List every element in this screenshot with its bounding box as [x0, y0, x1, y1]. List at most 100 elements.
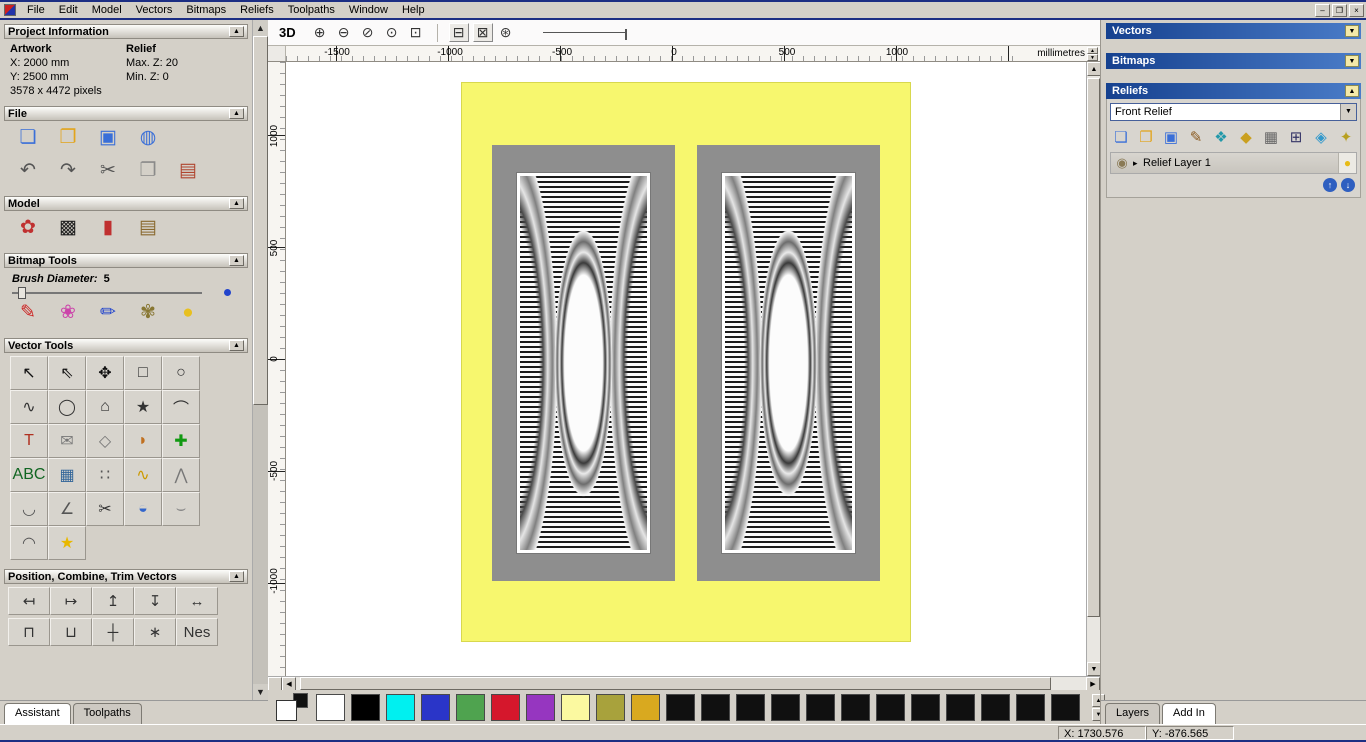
restore-button[interactable]: ❐: [1332, 4, 1347, 17]
primary-secondary-colour-indicator[interactable]: [276, 693, 310, 721]
layer-visibility-bulb-icon[interactable]: ●: [1338, 153, 1356, 173]
new-model-icon[interactable]: ❏: [16, 126, 40, 149]
toolbar-slider[interactable]: [543, 26, 627, 40]
align-top-icon[interactable]: ↥: [92, 587, 134, 615]
flood-fill-icon[interactable]: ●: [176, 302, 200, 324]
scroll-down-icon[interactable]: ▼: [1087, 662, 1101, 676]
bell-curve-icon[interactable]: ◠: [10, 526, 48, 560]
layer-move-down-button[interactable]: ↓: [1341, 178, 1355, 192]
select-vectors-icon[interactable]: ↖: [10, 356, 48, 390]
bitmap-to-vector-icon[interactable]: ▦: [48, 458, 86, 492]
polyline-fit-icon[interactable]: ⋀: [162, 458, 200, 492]
brush-diameter-slider[interactable]: [12, 292, 202, 294]
pan-view-icon[interactable]: ⊛: [496, 23, 516, 42]
transform-vectors-icon[interactable]: ✥: [86, 356, 124, 390]
palette-swatch-purple[interactable]: [526, 694, 555, 721]
minimize-button[interactable]: –: [1315, 4, 1330, 17]
copy-icon[interactable]: ❐: [136, 159, 160, 182]
collapse-section-button[interactable]: ▲: [229, 255, 244, 266]
palette-swatch-black[interactable]: [736, 694, 765, 721]
wrap-text-icon[interactable]: ✉: [48, 424, 86, 458]
subtract-vectors-icon[interactable]: ⊔: [50, 618, 92, 646]
tab-add-in[interactable]: Add In: [1162, 703, 1216, 724]
menu-reliefs[interactable]: Reliefs: [233, 3, 281, 17]
fit-width-icon[interactable]: ⊠: [473, 23, 493, 42]
undo-icon[interactable]: ↶: [16, 159, 40, 182]
vector-doctor-icon[interactable]: ◒: [124, 492, 162, 526]
nest-vectors-icon[interactable]: Nes: [176, 618, 218, 646]
open-model-icon[interactable]: ❐: [56, 126, 80, 149]
import-export-icon[interactable]: ◍: [136, 126, 160, 149]
units-spinner[interactable]: ▲ ▼: [1087, 47, 1098, 61]
create-rectangle-icon[interactable]: □: [124, 356, 162, 390]
spinner-down-icon[interactable]: ▼: [1087, 54, 1098, 61]
open-relief-icon[interactable]: ❐: [1137, 128, 1155, 146]
vectors-panel-header[interactable]: Vectors ▼: [1106, 23, 1361, 39]
paint-pencil-icon[interactable]: ✎: [16, 301, 40, 324]
palette-swatch-black[interactable]: [841, 694, 870, 721]
smooth-relief-icon[interactable]: ❖: [1212, 128, 1230, 146]
palette-swatch-black[interactable]: [701, 694, 730, 721]
edit-model-icon[interactable]: ✿: [16, 216, 40, 239]
layer-name-label[interactable]: Relief Layer 1: [1143, 157, 1338, 169]
texture-relief-icon[interactable]: ▩: [56, 216, 80, 239]
create-polyline-icon[interactable]: ∿: [10, 390, 48, 424]
palette-swatch-cyan[interactable]: [386, 694, 415, 721]
scroll-up-icon[interactable]: ▲: [253, 20, 268, 36]
bitmaps-panel-header[interactable]: Bitmaps ▼: [1106, 53, 1361, 69]
zoom-objects-icon[interactable]: ⊙: [382, 23, 402, 42]
assistant-scrollbar[interactable]: ▲ ▼: [252, 20, 268, 700]
layer-move-up-button[interactable]: ↑: [1323, 178, 1337, 192]
tab-toolpaths[interactable]: Toolpaths: [73, 703, 142, 724]
menu-file[interactable]: File: [20, 3, 52, 17]
arc-fit-icon[interactable]: ◡: [10, 492, 48, 526]
scrollbar-thumb[interactable]: [300, 677, 1051, 690]
spinner-up-icon[interactable]: ▲: [1087, 47, 1098, 54]
palette-swatch-red[interactable]: [491, 694, 520, 721]
colour-palette-icon[interactable]: ✾: [136, 301, 160, 324]
lighthouse-wizard-icon[interactable]: ▮: [96, 216, 120, 239]
palette-swatch-black[interactable]: [1051, 694, 1080, 721]
save-relief-icon[interactable]: ▣: [1162, 128, 1180, 146]
paste-text-icon[interactable]: ABC: [10, 458, 48, 492]
scale-relief-icon[interactable]: ▦: [1262, 128, 1280, 146]
scrollbar-track[interactable]: [296, 677, 1086, 690]
scrollbar-track[interactable]: [253, 36, 268, 684]
block-paste-icon[interactable]: ✚: [162, 424, 200, 458]
palette-swatch-green[interactable]: [456, 694, 485, 721]
dropdown-arrow-icon[interactable]: ▼: [1340, 104, 1356, 120]
draw-icon[interactable]: ✏: [96, 301, 120, 324]
create-polygon-icon[interactable]: ⌂: [86, 390, 124, 424]
create-diamond-icon[interactable]: ◇: [86, 424, 124, 458]
palette-swatch-white[interactable]: [316, 694, 345, 721]
zoom-in-icon[interactable]: ⊕: [310, 23, 330, 42]
palette-swatch-black[interactable]: [911, 694, 940, 721]
menu-bitmaps[interactable]: Bitmaps: [179, 3, 233, 17]
create-arc-icon[interactable]: ⌒: [162, 390, 200, 424]
new-relief-icon[interactable]: ❏: [1112, 128, 1130, 146]
palette-swatch-black[interactable]: [666, 694, 695, 721]
scrollbar-thumb[interactable]: [253, 36, 268, 405]
create-star-icon[interactable]: ★: [124, 390, 162, 424]
collapse-section-button[interactable]: ▲: [229, 26, 244, 37]
reliefs-collapse-icon[interactable]: ▲: [1345, 85, 1359, 97]
relief-select-dropdown[interactable]: Front Relief ▼: [1110, 103, 1357, 121]
zoom-out-icon[interactable]: ⊖: [334, 23, 354, 42]
relief-layer-row[interactable]: ◉ ▸ Relief Layer 1 ●: [1110, 152, 1357, 174]
reliefs-panel-header[interactable]: Reliefs ▲: [1106, 83, 1361, 99]
menu-help[interactable]: Help: [395, 3, 432, 17]
paste-along-curve-icon[interactable]: ∷: [86, 458, 124, 492]
zoom-previous-icon[interactable]: ⊘: [358, 23, 378, 42]
canvas-horizontal-scrollbar[interactable]: ◀ ▶: [268, 676, 1100, 690]
align-bottom-icon[interactable]: ↧: [134, 587, 176, 615]
node-editing-icon[interactable]: ⇖: [48, 356, 86, 390]
palette-swatch-pale-yellow[interactable]: [561, 694, 590, 721]
scrollbar-track[interactable]: [1087, 76, 1100, 662]
tab-assistant[interactable]: Assistant: [4, 703, 71, 724]
redo-icon[interactable]: ↷: [56, 159, 80, 182]
menu-window[interactable]: Window: [342, 3, 395, 17]
weld-vectors-icon[interactable]: ⊓: [8, 618, 50, 646]
align-left-icon[interactable]: ↤: [8, 587, 50, 615]
align-right-icon[interactable]: ↦: [50, 587, 92, 615]
vectors-filter-icon[interactable]: ▼: [1345, 25, 1359, 37]
